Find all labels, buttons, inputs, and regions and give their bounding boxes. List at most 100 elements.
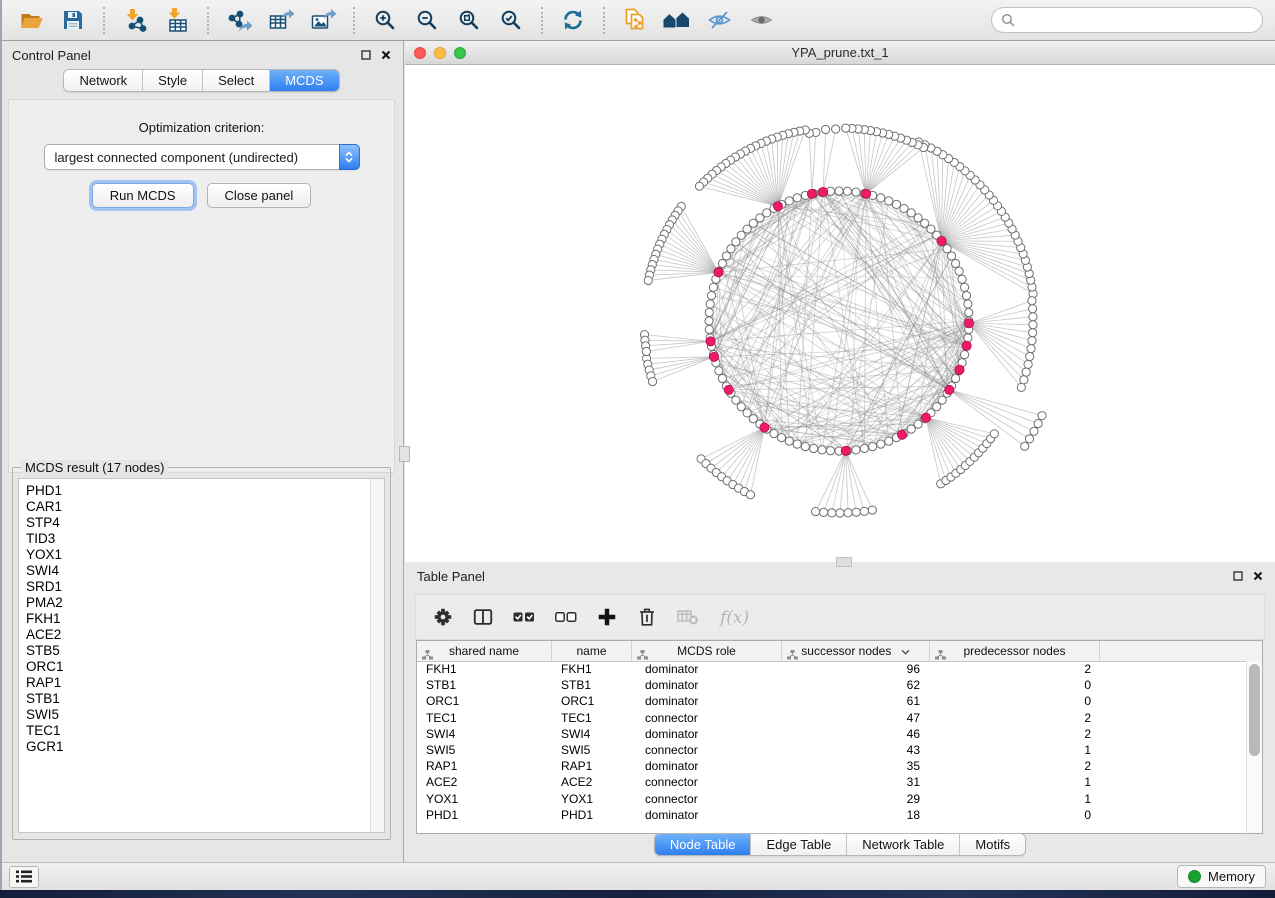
table-cell: ACE2	[552, 774, 632, 790]
tab-node-table[interactable]: Node Table	[655, 834, 752, 855]
list-item[interactable]: TID3	[26, 531, 368, 547]
list-item[interactable]: SWI4	[26, 563, 368, 579]
table-cell: TEC1	[417, 710, 552, 726]
scrollbar-thumb[interactable]	[1249, 664, 1260, 756]
column-header-mcds-role[interactable]: MCDS role	[632, 641, 782, 661]
deselect-all-rows-button[interactable]	[554, 606, 578, 628]
zoom-selected-button[interactable]	[492, 3, 530, 37]
list-item[interactable]: CAR1	[26, 499, 368, 515]
table-row[interactable]: RAP1RAP1dominator352	[417, 758, 1247, 774]
task-history-button[interactable]	[9, 866, 39, 888]
zoom-in-button[interactable]	[366, 3, 404, 37]
table-settings-button[interactable]	[432, 606, 454, 628]
tab-mcds[interactable]: MCDS	[270, 70, 338, 91]
zoom-fit-button[interactable]	[450, 3, 488, 37]
delete-column-button[interactable]	[636, 606, 658, 628]
list-item[interactable]: GCR1	[26, 739, 368, 755]
table-row[interactable]: FKH1FKH1dominator962	[417, 661, 1247, 677]
close-panel-action-button[interactable]: Close panel	[207, 183, 312, 208]
first-neighbors-button[interactable]	[658, 3, 696, 37]
mcds-result-listbox[interactable]: PHD1CAR1STP4TID3YOX1SWI4SRD1PMA2FKH1ACE2…	[18, 478, 385, 833]
close-table-panel-button[interactable]	[1253, 571, 1263, 581]
tab-style[interactable]: Style	[143, 70, 203, 91]
tab-network[interactable]: Network	[64, 70, 143, 91]
close-panel-button[interactable]	[381, 50, 391, 60]
table-cell: dominator	[632, 693, 782, 709]
import-network-button[interactable]	[116, 3, 154, 37]
create-column-button[interactable]	[596, 606, 618, 628]
network-canvas[interactable]	[405, 65, 1275, 562]
show-column-panel-button[interactable]	[472, 606, 494, 628]
maximize-window-icon[interactable]	[454, 47, 466, 59]
export-table-button[interactable]	[262, 3, 300, 37]
search-icon	[1001, 13, 1015, 27]
float-panel-button[interactable]	[361, 50, 371, 60]
column-header-predecessor-nodes[interactable]: predecessor nodes	[930, 641, 1100, 661]
table-cell: 31	[782, 774, 930, 790]
delete-table-button	[676, 606, 700, 628]
table-toolbar: f(x)	[415, 594, 1265, 640]
list-scrollbar[interactable]	[370, 479, 384, 832]
float-table-panel-button[interactable]	[1233, 571, 1243, 581]
minimize-window-icon[interactable]	[434, 47, 446, 59]
zoom-fit-icon	[457, 8, 481, 32]
table-row[interactable]: PHD1PHD1dominator180	[417, 807, 1247, 823]
table-row[interactable]: STB1STB1dominator620	[417, 677, 1247, 693]
open-file-button[interactable]	[12, 3, 50, 37]
search-input[interactable]	[1021, 12, 1253, 29]
import-table-button[interactable]	[158, 3, 196, 37]
network-titlebar: YPA_prune.txt_1	[405, 41, 1275, 65]
table-cell: dominator	[632, 677, 782, 693]
run-mcds-button[interactable]: Run MCDS	[92, 183, 194, 208]
save-button[interactable]	[54, 3, 92, 37]
memory-button[interactable]: Memory	[1177, 865, 1266, 888]
column-header-name[interactable]: name	[552, 641, 632, 661]
tab-motifs[interactable]: Motifs	[960, 834, 1025, 855]
list-item[interactable]: YOX1	[26, 547, 368, 563]
table-row[interactable]: SWI4SWI4dominator462	[417, 726, 1247, 742]
list-item[interactable]: STB1	[26, 691, 368, 707]
select-all-rows-button[interactable]	[512, 606, 536, 628]
list-item[interactable]: STP4	[26, 515, 368, 531]
list-item[interactable]: SRD1	[26, 579, 368, 595]
network-view-window: YPA_prune.txt_1	[405, 41, 1275, 562]
export-network-button[interactable]	[220, 3, 258, 37]
table-cell: 43	[782, 742, 930, 758]
horizontal-splitter-handle[interactable]	[836, 557, 852, 567]
table-cell: 0	[930, 807, 1100, 823]
table-row[interactable]: ORC1ORC1dominator610	[417, 693, 1247, 709]
table-row[interactable]: YOX1YOX1connector291	[417, 791, 1247, 807]
column-header-successor-nodes[interactable]: successor nodes	[782, 641, 930, 661]
tab-edge-table[interactable]: Edge Table	[751, 834, 847, 855]
refresh-button[interactable]	[554, 3, 592, 37]
tab-select[interactable]: Select	[203, 70, 270, 91]
list-item[interactable]: RAP1	[26, 675, 368, 691]
list-item[interactable]: TEC1	[26, 723, 368, 739]
table-row[interactable]: TEC1TEC1connector472	[417, 710, 1247, 726]
zoom-out-button[interactable]	[408, 3, 446, 37]
export-image-button[interactable]	[304, 3, 342, 37]
export-table-icon	[268, 7, 295, 33]
vertical-splitter-handle[interactable]	[399, 446, 410, 462]
table-row[interactable]: ACE2ACE2connector311	[417, 774, 1247, 790]
hide-selected-button[interactable]	[700, 3, 738, 37]
table-scrollbar[interactable]	[1246, 661, 1262, 833]
table-row[interactable]: SWI5SWI5connector431	[417, 742, 1247, 758]
list-item[interactable]: ORC1	[26, 659, 368, 675]
table-cell: dominator	[632, 807, 782, 823]
list-item[interactable]: STB5	[26, 643, 368, 659]
list-item[interactable]: FKH1	[26, 611, 368, 627]
list-item[interactable]: ACE2	[26, 627, 368, 643]
duplicate-network-button[interactable]	[616, 3, 654, 37]
network-graph[interactable]	[405, 65, 1274, 562]
close-window-icon[interactable]	[414, 47, 426, 59]
list-item[interactable]: PHD1	[26, 483, 368, 499]
optimization-criterion-select[interactable]: largest connected component (undirected)	[44, 144, 360, 170]
table-cell: 96	[782, 661, 930, 677]
column-header-shared-name[interactable]: shared name	[417, 641, 552, 661]
list-item[interactable]: SWI5	[26, 707, 368, 723]
show-all-button[interactable]	[742, 3, 780, 37]
tab-network-table[interactable]: Network Table	[847, 834, 960, 855]
list-item[interactable]: PMA2	[26, 595, 368, 611]
table-cell: connector	[632, 791, 782, 807]
